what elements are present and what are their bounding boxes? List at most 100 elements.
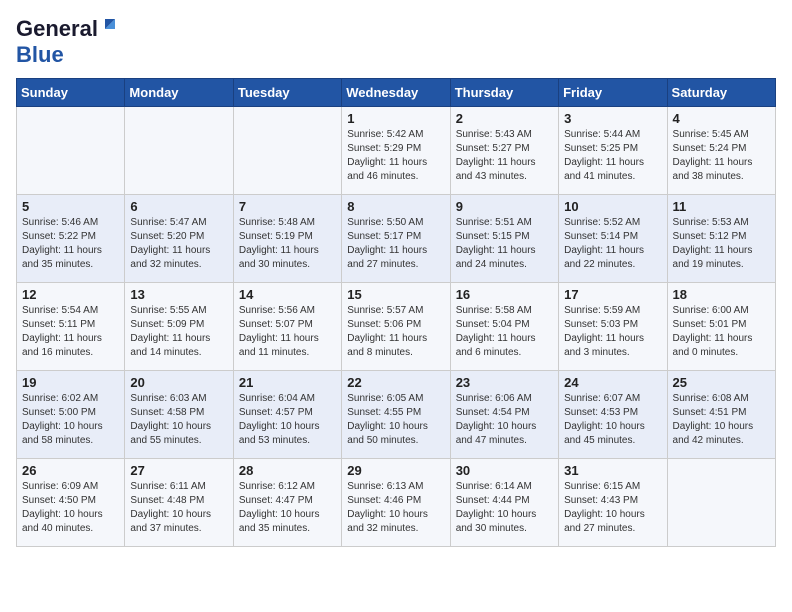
- day-number: 8: [347, 199, 444, 214]
- day-info: Sunrise: 6:08 AM Sunset: 4:51 PM Dayligh…: [673, 392, 770, 448]
- calendar-cell: 10 Sunrise: 5:52 AM Sunset: 5:14 PM Dayli…: [559, 195, 667, 283]
- day-number: 26: [22, 463, 119, 478]
- calendar-cell: 30 Sunrise: 6:14 AM Sunset: 4:44 PM Dayli…: [450, 459, 558, 547]
- calendar-cell: 2Sunrise: 5:43 AM Sunset: 5:27 PM Daylig…: [450, 107, 558, 195]
- calendar-cell: 26 Sunrise: 6:09 AM Sunset: 4:50 PM Dayli…: [17, 459, 125, 547]
- calendar-cell: 17 Sunrise: 5:59 AM Sunset: 5:03 PM Dayli…: [559, 283, 667, 371]
- day-number: 6: [130, 199, 227, 214]
- calendar-cell: 19 Sunrise: 6:02 AM Sunset: 5:00 PM Dayli…: [17, 371, 125, 459]
- calendar-cell: 9Sunrise: 5:51 AM Sunset: 5:15 PM Daylig…: [450, 195, 558, 283]
- day-number: 20: [130, 375, 227, 390]
- day-number: 7: [239, 199, 336, 214]
- calendar-cell: 4 Sunrise: 5:45 AM Sunset: 5:24 PM Daylig…: [667, 107, 775, 195]
- calendar-cell: 25 Sunrise: 6:08 AM Sunset: 4:51 PM Dayli…: [667, 371, 775, 459]
- calendar-cell: 1Sunrise: 5:42 AM Sunset: 5:29 PM Daylig…: [342, 107, 450, 195]
- logo-arrow-icon: [101, 15, 119, 38]
- header-thursday: Thursday: [450, 79, 558, 107]
- day-number: 4: [673, 111, 770, 126]
- calendar-cell: [667, 459, 775, 547]
- day-info: Sunrise: 6:12 AM Sunset: 4:47 PM Dayligh…: [239, 480, 336, 536]
- day-number: 15: [347, 287, 444, 302]
- day-info: Sunrise: 5:47 AM Sunset: 5:20 PM Dayligh…: [130, 216, 227, 272]
- header-monday: Monday: [125, 79, 233, 107]
- day-number: 2: [456, 111, 553, 126]
- day-info: Sunrise: 5:48 AM Sunset: 5:19 PM Dayligh…: [239, 216, 336, 272]
- week-row-3: 12 Sunrise: 5:54 AM Sunset: 5:11 PM Dayli…: [17, 283, 776, 371]
- day-number: 19: [22, 375, 119, 390]
- day-number: 30: [456, 463, 553, 478]
- day-number: 28: [239, 463, 336, 478]
- day-info: Sunrise: 6:02 AM Sunset: 5:00 PM Dayligh…: [22, 392, 119, 448]
- week-row-1: 1Sunrise: 5:42 AM Sunset: 5:29 PM Daylig…: [17, 107, 776, 195]
- week-row-5: 26 Sunrise: 6:09 AM Sunset: 4:50 PM Dayli…: [17, 459, 776, 547]
- day-info: Sunrise: 6:15 AM Sunset: 4:43 PM Dayligh…: [564, 480, 661, 536]
- day-number: 10: [564, 199, 661, 214]
- logo-general-text: General: [16, 16, 98, 42]
- day-number: 27: [130, 463, 227, 478]
- day-info: Sunrise: 5:57 AM Sunset: 5:06 PM Dayligh…: [347, 304, 444, 360]
- day-info: Sunrise: 5:58 AM Sunset: 5:04 PM Dayligh…: [456, 304, 553, 360]
- calendar-header-row: SundayMondayTuesdayWednesdayThursdayFrid…: [17, 79, 776, 107]
- day-number: 25: [673, 375, 770, 390]
- day-number: 13: [130, 287, 227, 302]
- day-number: 11: [673, 199, 770, 214]
- page-header: General Blue: [16, 16, 776, 68]
- day-info: Sunrise: 6:03 AM Sunset: 4:58 PM Dayligh…: [130, 392, 227, 448]
- calendar-cell: 7 Sunrise: 5:48 AM Sunset: 5:19 PM Daylig…: [233, 195, 341, 283]
- day-info: Sunrise: 5:52 AM Sunset: 5:14 PM Dayligh…: [564, 216, 661, 272]
- day-info: Sunrise: 6:11 AM Sunset: 4:48 PM Dayligh…: [130, 480, 227, 536]
- calendar-cell: 13 Sunrise: 5:55 AM Sunset: 5:09 PM Dayli…: [125, 283, 233, 371]
- calendar-table: SundayMondayTuesdayWednesdayThursdayFrid…: [16, 78, 776, 547]
- calendar-cell: 6 Sunrise: 5:47 AM Sunset: 5:20 PM Daylig…: [125, 195, 233, 283]
- day-number: 22: [347, 375, 444, 390]
- day-number: 21: [239, 375, 336, 390]
- day-number: 5: [22, 199, 119, 214]
- day-info: Sunrise: 5:51 AM Sunset: 5:15 PM Dayligh…: [456, 216, 553, 272]
- calendar-cell: 11 Sunrise: 5:53 AM Sunset: 5:12 PM Dayli…: [667, 195, 775, 283]
- calendar-cell: 29 Sunrise: 6:13 AM Sunset: 4:46 PM Dayli…: [342, 459, 450, 547]
- day-number: 17: [564, 287, 661, 302]
- calendar-cell: 18 Sunrise: 6:00 AM Sunset: 5:01 PM Dayli…: [667, 283, 775, 371]
- calendar-cell: [125, 107, 233, 195]
- day-number: 16: [456, 287, 553, 302]
- day-info: Sunrise: 5:44 AM Sunset: 5:25 PM Dayligh…: [564, 128, 661, 184]
- header-wednesday: Wednesday: [342, 79, 450, 107]
- calendar-cell: 20 Sunrise: 6:03 AM Sunset: 4:58 PM Dayli…: [125, 371, 233, 459]
- day-info: Sunrise: 6:00 AM Sunset: 5:01 PM Dayligh…: [673, 304, 770, 360]
- header-sunday: Sunday: [17, 79, 125, 107]
- day-info: Sunrise: 6:09 AM Sunset: 4:50 PM Dayligh…: [22, 480, 119, 536]
- day-info: Sunrise: 5:55 AM Sunset: 5:09 PM Dayligh…: [130, 304, 227, 360]
- calendar-cell: 22 Sunrise: 6:05 AM Sunset: 4:55 PM Dayli…: [342, 371, 450, 459]
- calendar-cell: 23Sunrise: 6:06 AM Sunset: 4:54 PM Dayli…: [450, 371, 558, 459]
- calendar-cell: 21 Sunrise: 6:04 AM Sunset: 4:57 PM Dayli…: [233, 371, 341, 459]
- logo-blue-text: Blue: [16, 42, 64, 67]
- day-info: Sunrise: 6:13 AM Sunset: 4:46 PM Dayligh…: [347, 480, 444, 536]
- header-friday: Friday: [559, 79, 667, 107]
- day-info: Sunrise: 6:04 AM Sunset: 4:57 PM Dayligh…: [239, 392, 336, 448]
- day-number: 14: [239, 287, 336, 302]
- calendar-cell: 8 Sunrise: 5:50 AM Sunset: 5:17 PM Daylig…: [342, 195, 450, 283]
- day-number: 18: [673, 287, 770, 302]
- logo: General Blue: [16, 16, 119, 68]
- day-info: Sunrise: 5:53 AM Sunset: 5:12 PM Dayligh…: [673, 216, 770, 272]
- calendar-cell: 31 Sunrise: 6:15 AM Sunset: 4:43 PM Dayli…: [559, 459, 667, 547]
- week-row-2: 5Sunrise: 5:46 AM Sunset: 5:22 PM Daylig…: [17, 195, 776, 283]
- day-info: Sunrise: 6:05 AM Sunset: 4:55 PM Dayligh…: [347, 392, 444, 448]
- calendar-cell: 16 Sunrise: 5:58 AM Sunset: 5:04 PM Dayli…: [450, 283, 558, 371]
- day-info: Sunrise: 5:50 AM Sunset: 5:17 PM Dayligh…: [347, 216, 444, 272]
- calendar-cell: 3 Sunrise: 5:44 AM Sunset: 5:25 PM Daylig…: [559, 107, 667, 195]
- day-info: Sunrise: 6:07 AM Sunset: 4:53 PM Dayligh…: [564, 392, 661, 448]
- day-number: 1: [347, 111, 444, 126]
- calendar-cell: 28 Sunrise: 6:12 AM Sunset: 4:47 PM Dayli…: [233, 459, 341, 547]
- day-info: Sunrise: 5:54 AM Sunset: 5:11 PM Dayligh…: [22, 304, 119, 360]
- day-number: 3: [564, 111, 661, 126]
- day-number: 24: [564, 375, 661, 390]
- calendar-cell: [233, 107, 341, 195]
- day-info: Sunrise: 5:59 AM Sunset: 5:03 PM Dayligh…: [564, 304, 661, 360]
- day-number: 31: [564, 463, 661, 478]
- day-number: 12: [22, 287, 119, 302]
- day-info: Sunrise: 6:14 AM Sunset: 4:44 PM Dayligh…: [456, 480, 553, 536]
- day-number: 29: [347, 463, 444, 478]
- header-tuesday: Tuesday: [233, 79, 341, 107]
- day-info: Sunrise: 5:45 AM Sunset: 5:24 PM Dayligh…: [673, 128, 770, 184]
